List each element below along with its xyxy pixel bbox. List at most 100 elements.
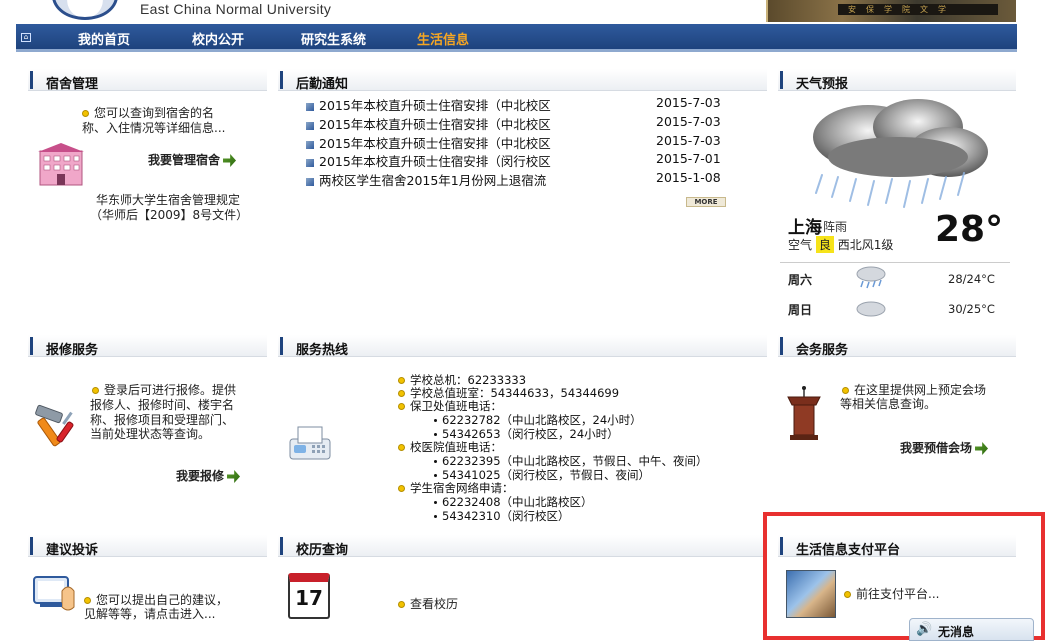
meeting-service-panel: 会务服务 在这里提供网上预定会场 等相关信息查询。 我要预借会场 [778, 335, 1016, 515]
green-arrow-icon[interactable] [223, 154, 237, 167]
bullet-icon [844, 591, 851, 598]
hotline-sub-row: 54342653（闵行校区，24小时） [434, 427, 619, 441]
forecast-range: 30/25°C [948, 302, 995, 316]
nav-my-home[interactable]: 我的首页 [78, 29, 130, 48]
nav-life-info[interactable]: 生活信息 [417, 29, 469, 48]
podium-icon [787, 386, 821, 440]
green-arrow-icon[interactable] [975, 442, 989, 455]
hotline-text: 学校总机：62233333 [410, 373, 527, 387]
notice-item[interactable]: 两校区学生宿舍2015年1月份网上退宿流 [306, 170, 546, 189]
notice-item[interactable]: 2015年本校直升硕士住宿安排（中北校区 [306, 133, 551, 152]
repair-link[interactable]: 我要报修 [176, 469, 241, 484]
bullet-icon [84, 597, 91, 604]
go-payment-label[interactable]: 前往支付平台... [856, 587, 939, 601]
hotline-sub-row: 54341025（闵行校区，节假日、夜间） [434, 468, 650, 482]
dorm-rule-line1[interactable]: 华东师大学生宿舍管理规定 [96, 193, 240, 208]
bullet-icon [398, 403, 405, 410]
forecast-day: 周六 [788, 273, 813, 287]
panel-header: 会务服务 [778, 335, 1016, 358]
hotline-text: 62232408（中山北路校区） [442, 495, 593, 509]
repair-desc-line4: 当前处理状态等查询。 [90, 427, 211, 441]
panel-title: 报修服务 [46, 343, 99, 358]
nav-graduate-system[interactable]: 研究生系统 [301, 29, 366, 48]
view-calendar-label[interactable]: 查看校历 [410, 597, 458, 611]
home-icon[interactable]: ⌂ [21, 33, 31, 42]
bullet-icon [398, 601, 405, 608]
rain-cloud-icon [813, 99, 988, 208]
list-dot [434, 433, 437, 436]
panel-header: 天气预报 [778, 69, 1016, 92]
panel-title: 生活信息支付平台 [796, 543, 901, 558]
suggest-desc-line2[interactable]: 见解等等，请点击进入... [84, 607, 215, 622]
dorm-desc-line1: 您可以查询到宿舍的名 [82, 106, 214, 121]
panel-header: 报修服务 [28, 335, 267, 358]
university-seal-logo [52, 0, 118, 20]
more-button[interactable]: MORE [686, 197, 726, 207]
nav-campus-public[interactable]: 校内公开 [192, 29, 244, 48]
repair-desc: 登录后可进行报修。提供 [92, 383, 236, 398]
dorm-desc-line2: 称、入住情况等详细信息... [82, 121, 226, 135]
hotline-row: 校医院值班电话： [398, 440, 502, 454]
list-dot [434, 474, 437, 477]
notice-date: 2015-1-08 [656, 170, 721, 185]
calendar-icon-day: 17 [295, 586, 323, 610]
hotline-row: 学校总值班室：54344633，54344699 [398, 386, 619, 400]
meeting-desc-line2: 等相关信息查询。 [840, 397, 937, 411]
repair-link-label[interactable]: 我要报修 [176, 469, 224, 483]
hotline-row: 学生宿舍网络申请： [398, 481, 514, 495]
hotline-text: 54342653（闵行校区，24小时） [442, 427, 619, 441]
notice-title[interactable]: 2015年本校直升硕士住宿安排（中北校区 [319, 136, 551, 151]
list-square-icon [306, 140, 314, 149]
bullet-icon [398, 444, 405, 451]
panel-header: 后勤通知 [278, 69, 767, 92]
repair-desc-line1: 登录后可进行报修。提供 [104, 383, 237, 397]
notice-title[interactable]: 2015年本校直升硕士住宿安排（中北校区 [319, 98, 551, 113]
bullet-icon [92, 387, 99, 394]
hotline-row: 保卫处值班电话： [398, 399, 502, 413]
meeting-link-label[interactable]: 我要预借会场 [900, 441, 972, 455]
air-quality-badge: 良 [815, 236, 834, 253]
manage-dorm-link[interactable]: 我要管理宿舍 [148, 153, 237, 168]
speaker-icon: 🔊 [916, 622, 933, 637]
notice-title[interactable]: 两校区学生宿舍2015年1月份网上退宿流 [319, 173, 546, 188]
panel-header: 建议投诉 [28, 535, 267, 558]
notice-item[interactable]: 2015年本校直升硕士住宿安排（闵行校区 [306, 151, 551, 170]
notice-date: 2015-7-01 [656, 151, 721, 166]
forecast-cloud-icon [856, 301, 886, 317]
notification-tab[interactable]: 🔊 无消息 [909, 618, 1034, 641]
view-calendar-link[interactable]: 查看校历 [398, 597, 458, 612]
notification-label[interactable]: 无消息 [938, 623, 974, 640]
list-square-icon [306, 102, 314, 111]
panel-title: 建议投诉 [46, 543, 99, 558]
notice-title[interactable]: 2015年本校直升硕士住宿安排（闵行校区 [319, 154, 551, 169]
notice-item[interactable]: 2015年本校直升硕士住宿安排（中北校区 [306, 114, 551, 133]
panel-header: 生活信息支付平台 [778, 535, 1016, 558]
hotline-text: 62232395（中山北路校区，节假日、中午、夜间） [442, 454, 708, 468]
suggestion-panel: 建议投诉 您可以提出自己的建议， 见解等等，请点击进入... [28, 535, 267, 641]
repair-service-panel: 报修服务 登录后可进行报修。提供 报修人、报修时间、楼宇名 称、报修项目和受理部… [28, 335, 267, 525]
panel-title: 后勤通知 [296, 77, 349, 92]
forecast-day: 周日 [788, 303, 813, 317]
hotline-row: 学校总机：62233333 [398, 373, 526, 387]
repair-desc-line3: 称、报修项目和受理部门、 [90, 413, 235, 427]
logistics-notice-panel: 后勤通知 2015年本校直升硕士住宿安排（中北校区 2015-7-03 2015… [278, 69, 767, 319]
dorm-rule-line2[interactable]: （华师后【2009】8号文件） [90, 208, 248, 223]
notice-date: 2015-7-03 [656, 133, 721, 148]
manage-dorm-label[interactable]: 我要管理宿舍 [148, 153, 220, 167]
hotline-text: 54342310（闵行校区） [442, 509, 570, 523]
payment-card-photo [786, 570, 836, 618]
panel-title: 宿舍管理 [46, 77, 99, 92]
meeting-link[interactable]: 我要预借会场 [900, 441, 989, 456]
suggest-desc: 您可以提出自己的建议， [84, 593, 228, 608]
notice-item[interactable]: 2015年本校直升硕士住宿安排（中北校区 [306, 95, 551, 114]
panel-header: 校历查询 [278, 535, 767, 558]
wind-info: 西北风1级 [837, 238, 894, 252]
air-label: 空气 [788, 238, 813, 252]
go-payment-link[interactable]: 前往支付平台... [844, 587, 939, 602]
green-arrow-icon[interactable] [227, 470, 241, 483]
notice-title[interactable]: 2015年本校直升硕士住宿安排（中北校区 [319, 117, 551, 132]
service-hotline-panel: 服务热线 学校总机：62233333 学校总值班室：54344633，54344… [278, 335, 767, 523]
list-dot [434, 501, 437, 504]
panel-title: 会务服务 [796, 343, 849, 358]
banner-sign-text: 安保学院文学 [838, 4, 998, 15]
